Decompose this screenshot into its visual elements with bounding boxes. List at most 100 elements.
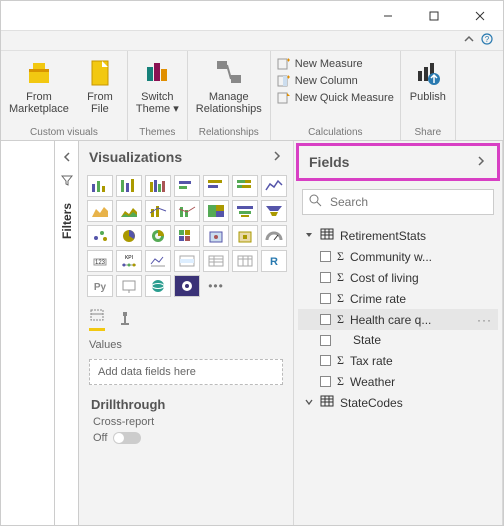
svg-text:Py: Py [94, 282, 107, 293]
field-name: State [353, 333, 492, 347]
report-canvas[interactable]: Filters [1, 141, 79, 525]
viz-type[interactable] [87, 200, 113, 222]
viz-type[interactable] [116, 200, 142, 222]
viz-type[interactable] [116, 175, 142, 197]
field-name: Cost of living [350, 271, 492, 285]
viz-type[interactable] [261, 225, 287, 247]
viz-type[interactable] [145, 250, 171, 272]
field-checkbox[interactable] [320, 355, 331, 366]
viz-type[interactable] [116, 225, 142, 247]
field-checkbox[interactable] [320, 335, 331, 346]
field-node[interactable]: ΣCrime rate [298, 288, 498, 309]
cross-report-toggle[interactable]: Off [79, 430, 293, 446]
drillthrough-heading: Drillthrough [79, 389, 293, 414]
field-more-icon[interactable]: ··· [477, 313, 492, 327]
viz-type[interactable] [174, 275, 200, 297]
collapse-fields-icon[interactable] [475, 154, 487, 170]
theme-icon [141, 57, 173, 89]
group-label: Themes [139, 127, 175, 138]
sigma-icon: Σ [337, 374, 344, 389]
field-node[interactable]: State [298, 330, 498, 350]
collapse-viz-icon[interactable] [271, 149, 283, 165]
search-icon [309, 194, 322, 210]
viz-type[interactable] [145, 175, 171, 197]
viz-type[interactable] [116, 275, 142, 297]
search-input[interactable] [328, 194, 487, 210]
new-quick-measure-button[interactable]: New Quick Measure [277, 91, 394, 105]
dropdown-caret-icon: ▾ [170, 103, 179, 115]
field-node[interactable]: ΣHealth care q...··· [298, 309, 498, 330]
visualizations-pane: Visualizations 123 [79, 141, 294, 525]
viz-type[interactable] [203, 225, 229, 247]
viz-type[interactable] [203, 250, 229, 272]
field-checkbox[interactable] [320, 314, 331, 325]
viz-type[interactable] [145, 200, 171, 222]
viz-type[interactable] [232, 225, 258, 247]
filter-icon [61, 174, 73, 189]
table-node[interactable]: RetirementStats [298, 225, 498, 246]
fields-header-highlighted: Fields [296, 143, 500, 181]
help-icon[interactable]: ? [481, 33, 493, 48]
table-node[interactable]: StateCodes [298, 392, 498, 413]
field-checkbox[interactable] [320, 293, 331, 304]
viz-type[interactable] [261, 200, 287, 222]
field-name: Health care q... [350, 313, 471, 327]
field-checkbox[interactable] [320, 376, 331, 387]
field-checkbox[interactable] [320, 251, 331, 262]
viz-type[interactable] [203, 200, 229, 222]
viz-type[interactable]: 123 [87, 250, 113, 272]
viz-type[interactable] [232, 250, 258, 272]
switch-theme-button[interactable]: Switch Theme ▾ [134, 55, 181, 117]
fields-well-tab[interactable] [89, 307, 105, 331]
fields-search[interactable] [302, 189, 494, 215]
window-maximize-button[interactable] [411, 1, 457, 30]
viz-type[interactable] [232, 200, 258, 222]
field-name: Weather [350, 375, 492, 389]
viz-type[interactable] [174, 200, 200, 222]
expand-icon [304, 396, 314, 410]
group-label: Custom visuals [30, 127, 98, 138]
field-node[interactable]: ΣCost of living [298, 267, 498, 288]
viz-type[interactable] [87, 175, 113, 197]
new-measure-button[interactable]: New Measure [277, 57, 394, 71]
filters-label: Filters [60, 203, 74, 239]
viz-type[interactable]: Py [87, 275, 113, 297]
viz-type[interactable] [174, 250, 200, 272]
expand-icon [304, 229, 314, 243]
viz-type[interactable]: KPI [116, 250, 142, 272]
viz-type[interactable] [232, 175, 258, 197]
viz-type[interactable] [174, 175, 200, 197]
window-close-button[interactable] [457, 1, 503, 30]
field-node[interactable]: ΣCommunity w... [298, 246, 498, 267]
values-drop-area[interactable]: Add data fields here [89, 359, 283, 385]
viz-type[interactable] [145, 225, 171, 247]
publish-button[interactable]: Publish [407, 55, 449, 105]
sigma-icon: Σ [337, 291, 344, 306]
viz-type[interactable] [87, 225, 113, 247]
viz-type[interactable]: R [261, 250, 287, 272]
svg-text:KPI: KPI [125, 255, 133, 261]
collapse-ribbon-icon[interactable] [463, 33, 475, 48]
filters-pane-tab[interactable]: Filters [54, 141, 78, 525]
format-tab[interactable] [117, 310, 133, 329]
viz-type[interactable] [145, 275, 171, 297]
from-file-button[interactable]: From File [79, 55, 121, 117]
viz-more-button[interactable]: ••• [203, 275, 229, 297]
from-marketplace-button[interactable]: From Marketplace [7, 55, 71, 117]
field-node[interactable]: Σ Weather [298, 371, 498, 392]
ribbon: From Marketplace From File Custom visual… [1, 51, 503, 141]
viz-type[interactable] [261, 175, 287, 197]
manage-relationships-button[interactable]: Manage Relationships [194, 55, 264, 117]
new-column-button[interactable]: New Column [277, 74, 394, 88]
expand-filters-icon [61, 151, 73, 166]
table-icon [320, 228, 334, 243]
window-minimize-button[interactable] [365, 1, 411, 30]
field-node[interactable]: ΣTax rate [298, 350, 498, 371]
group-label: Relationships [199, 127, 259, 138]
publish-icon [412, 57, 444, 89]
viz-type[interactable] [174, 225, 200, 247]
field-checkbox[interactable] [320, 272, 331, 283]
viz-type[interactable] [203, 175, 229, 197]
fields-pane: Fields RetirementStatsΣCommunity w...ΣCo… [294, 141, 503, 525]
svg-text:123: 123 [95, 260, 106, 266]
